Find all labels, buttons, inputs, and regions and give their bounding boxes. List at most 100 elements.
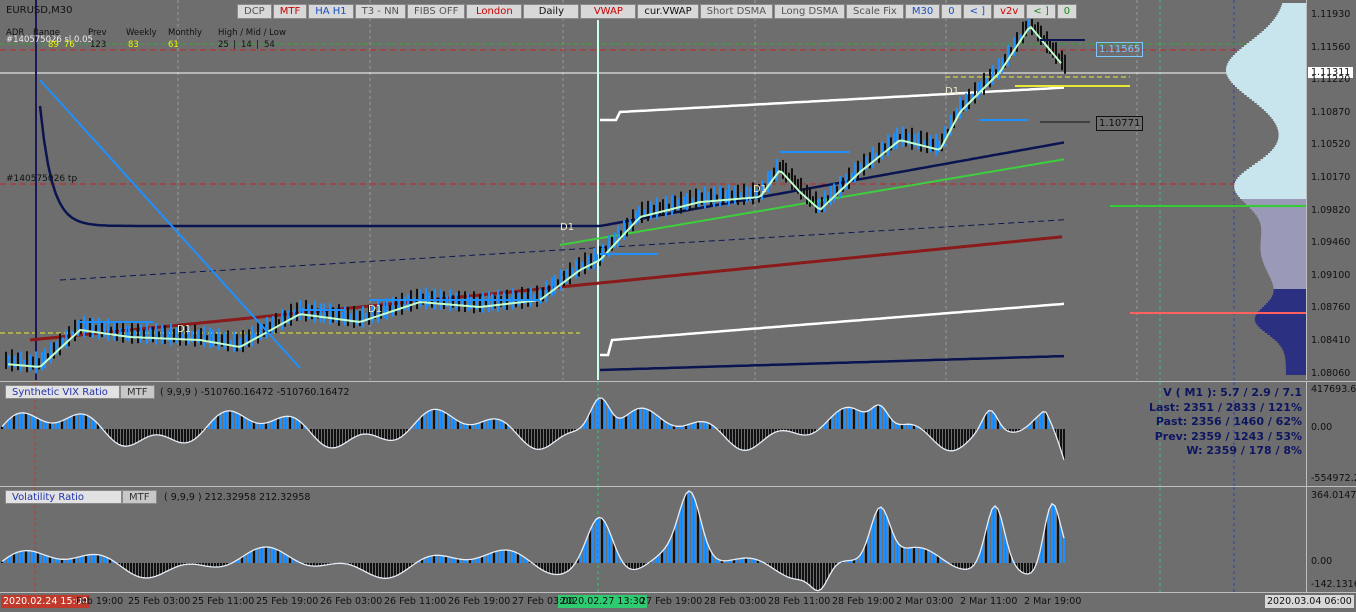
vix-axis[interactable]: 417693.65 0.00 -554972.2 — [1306, 381, 1356, 486]
toolbar-button-daily-6[interactable]: Daily — [523, 4, 580, 19]
time-axis-tick: 26 Feb 19:00 — [448, 596, 511, 607]
toolbar-button-london-5[interactable]: London — [466, 4, 523, 19]
indicator-toolbar: DCP MTF HA H1 T3 - NN FIBS OFF London Daily VWA… — [237, 4, 1078, 19]
mid-sep-1: | — [233, 40, 236, 50]
day-mark-1: D1 — [945, 86, 960, 97]
lower-band-line — [600, 302, 1065, 357]
price-axis-tick: 1.09820 — [1311, 204, 1351, 216]
volatility-axis[interactable]: 364.01472 0.00 -142.1316 — [1306, 486, 1356, 593]
toolbar-button-long-dsma-10[interactable]: Long DSMA — [774, 4, 846, 19]
vstat-v: V ( M1 ): 5.7 / 2.9 / 7.1 — [1163, 386, 1302, 399]
vix-axis-max: 417693.65 — [1311, 384, 1356, 395]
vstat-w: W: 2359 / 178 / 8% — [1186, 444, 1302, 457]
toolbar-button-t3-nn-3[interactable]: T3 - NN — [354, 4, 407, 19]
hml-label: High / Mid / Low — [218, 28, 286, 38]
high-value: 25 — [218, 40, 229, 50]
time-axis-tick: 27 Feb 19:00 — [640, 596, 703, 607]
day-mark-3: D1 — [753, 184, 768, 195]
volatility-params: ( 9,9,9 ) 212.32958 212.32958 — [164, 492, 311, 503]
vix-params: ( 9,9,9 ) -510760.16472 -510760.16472 — [160, 387, 350, 398]
volatility-ratio-pane[interactable]: Volatility Ratio MTF ( 9,9,9 ) 212.32958… — [0, 486, 1306, 593]
toolbar-button-cur-vwap-8[interactable]: cur.VWAP — [637, 4, 699, 19]
symbol-label: EURUSD,M30 — [6, 5, 73, 16]
price-axis-tick: 1.08760 — [1311, 302, 1351, 314]
weekly-value: 83 — [128, 40, 139, 50]
toolbar-button-ha-h1-2[interactable]: HA H1 — [308, 4, 354, 19]
price-axis-tick: 1.09460 — [1311, 237, 1351, 249]
price-chart-canvas — [0, 0, 1306, 380]
volatility-axis-zero: 0.00 — [1311, 556, 1333, 567]
vstat-past: Past: 2356 / 1460 / 62% — [1155, 415, 1302, 428]
vix-axis-min: -554972.2 — [1311, 473, 1356, 484]
low-value: 54 — [264, 40, 275, 50]
time-axis-tick: 25 Feb 19:00 — [256, 596, 319, 607]
volatility-indicator-title[interactable]: Volatility Ratio — [5, 490, 122, 504]
time-axis-tick: 27 Feb 03:00 — [512, 596, 575, 607]
monthly-label: Monthly — [168, 28, 203, 38]
price-axis-tick: 1.11560 — [1311, 41, 1351, 53]
monthly-value: 61 — [168, 40, 179, 50]
toolbar-button-v2v-15[interactable]: v2v — [993, 4, 1026, 19]
price-axis-tick: 1.08410 — [1311, 335, 1351, 346]
price-axis[interactable]: 1.11311 1.11930 1.11560 1.11220 1.10870 1.10… — [1306, 0, 1356, 380]
main-chart-pane[interactable]: EURUSD,M30 DCP MTF HA H1 T3 - NN FIBS OFF Lon… — [0, 0, 1306, 380]
day-mark-2: D1 — [560, 222, 575, 233]
vix-indicator-title[interactable]: Synthetic VIX Ratio — [5, 385, 120, 399]
weekly-label: Weekly — [126, 28, 157, 38]
volatility-axis-max: 364.01472 — [1311, 490, 1356, 501]
toolbar-button-vwap-7[interactable]: VWAP — [580, 4, 637, 19]
time-axis-tick: 28 Feb 19:00 — [832, 596, 895, 607]
toolbar-button--14[interactable]: < ] — [962, 4, 993, 19]
toolbar-button-m30-12[interactable]: M30 — [904, 4, 941, 19]
toolbar-button-dcp-0[interactable]: DCP — [237, 4, 272, 19]
mid-sep-2: | — [256, 40, 259, 50]
time-axis-tick: 26 Feb 03:00 — [320, 596, 383, 607]
vstat-prev: Prev: 2359 / 1243 / 53% — [1154, 429, 1302, 443]
price-axis-tick: 1.08060 — [1311, 367, 1351, 379]
volume-stats: V ( M1 ): 5.7 / 2.9 / 7.1 Last: 2351 / 2… — [1149, 386, 1302, 459]
time-axis[interactable]: 2020.02.24 15:00 2020.02.27 13:30 2020.0… — [0, 592, 1356, 612]
volatility-axis-min: -142.1316 — [1311, 579, 1356, 590]
price-axis-tick: 1.10870 — [1311, 106, 1351, 118]
time-axis-tick: 2 Mar 11:00 — [960, 596, 1018, 607]
time-axis-tick: 28 Feb 11:00 — [768, 596, 831, 607]
time-axis-tick: Feb 19:00 — [76, 596, 124, 607]
vstat-last: Last: 2351 / 2833 / 121% — [1148, 400, 1302, 414]
price-axis-tick: 1.10170 — [1311, 172, 1351, 183]
time-end-highlight: 2020.03.04 06:00 — [1265, 595, 1354, 608]
level-box-lower: 1.10771 — [1096, 116, 1144, 131]
time-axis-tick: 26 Feb 11:00 — [384, 596, 447, 607]
toolbar-button-0-13[interactable]: 0 — [941, 4, 962, 19]
vwap-line — [38, 105, 1065, 228]
range-value: 76 — [64, 40, 75, 50]
time-axis-tick: 25 Feb 11:00 — [192, 596, 255, 607]
day-mark-4: D1 — [368, 304, 383, 315]
adr-value: 89 — [48, 40, 59, 50]
volatility-bar-curve — [1, 490, 1065, 592]
price-axis-tick: 1.10520 — [1311, 139, 1351, 151]
price-axis-tick: 1.09100 — [1311, 269, 1351, 281]
toolbar-button-0-17[interactable]: 0 — [1056, 4, 1078, 19]
time-axis-tick: 28 Feb 03:00 — [704, 596, 767, 607]
order-tp-label: #140575026 tp — [6, 174, 78, 184]
price-axis-tick: 1.11220 — [1311, 74, 1351, 86]
vix-ratio-pane[interactable]: Synthetic VIX Ratio MTF ( 9,9,9 ) -51076… — [0, 381, 1306, 486]
vix-axis-zero: 0.00 — [1311, 422, 1333, 433]
volatility-mtf-button[interactable]: MTF — [122, 490, 157, 504]
time-axis-tick: 2 Mar 19:00 — [1024, 596, 1082, 607]
vix-mtf-button[interactable]: MTF — [120, 385, 155, 399]
price-axis-tick: 1.11930 — [1311, 9, 1351, 20]
toolbar-button-mtf-1[interactable]: MTF — [272, 4, 308, 19]
time-axis-tick: 25 Feb 03:00 — [128, 596, 191, 607]
toolbar-button-short-dsma-9[interactable]: Short DSMA — [699, 4, 774, 19]
day-mark-5: D1 — [177, 324, 192, 335]
time-axis-tick: 2 Mar 03:00 — [896, 596, 954, 607]
toolbar-button-fibs-off-4[interactable]: FIBS OFF — [407, 4, 466, 19]
mid-value: 14 — [241, 40, 252, 50]
lower-vwap-line — [599, 354, 1065, 372]
prev-value: 123 — [90, 40, 107, 50]
toolbar-button--16[interactable]: < ] — [1026, 4, 1056, 19]
upper-band-line — [600, 86, 1065, 122]
level-box-upper: 1.11565 — [1096, 42, 1144, 57]
toolbar-button-scale-fix-11[interactable]: Scale Fix — [846, 4, 904, 19]
